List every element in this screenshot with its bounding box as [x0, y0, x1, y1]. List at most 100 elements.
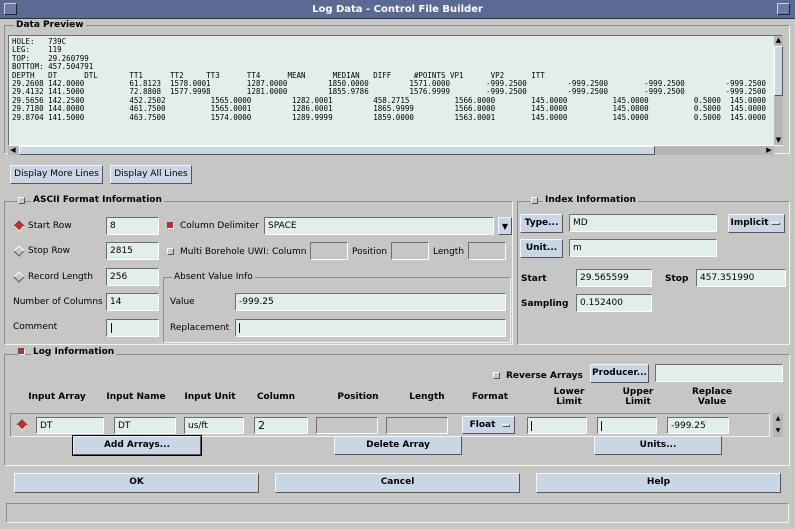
units-button[interactable]: Units...	[594, 436, 722, 455]
row-position-field	[316, 417, 378, 434]
header-replace-value: Replace Value	[691, 387, 733, 407]
data-preview-label: Data Preview	[14, 19, 86, 32]
add-arrays-button[interactable]: Add Arrays...	[72, 435, 202, 456]
index-start-field[interactable]: 29.565599	[576, 269, 652, 287]
text-cursor	[239, 323, 243, 333]
start-row-label: Start Row	[28, 221, 72, 231]
multi-borehole-label: Multi Borehole UWI:	[180, 247, 269, 257]
multi-position-label: Position	[352, 247, 388, 257]
option-menu-icon	[502, 424, 510, 427]
header-position: Position	[337, 392, 379, 402]
chevron-down-icon: ▼	[501, 222, 509, 231]
producer-field[interactable]	[655, 364, 783, 382]
row-column-field[interactable]: 2	[254, 417, 308, 434]
ascii-format-toggle[interactable]	[18, 197, 25, 204]
ascii-format-label: ASCII Format Information	[31, 194, 164, 207]
scroll-down-icon[interactable]: ▼	[774, 136, 783, 145]
header-column: Column	[256, 392, 296, 402]
comment-label: Comment	[13, 322, 58, 332]
index-stop-label: Stop	[665, 274, 689, 284]
header-input-unit: Input Unit	[184, 392, 236, 402]
producer-button[interactable]: Producer...	[590, 364, 649, 383]
reverse-arrays-label: Reverse Arrays	[506, 371, 583, 381]
data-preview-text[interactable]: HOLE: 739C LEG: 119 TOP: 29.260799 BOTTOM: …	[8, 35, 783, 146]
window-title: Log Data - Control File Builder	[0, 0, 795, 19]
type-button[interactable]: Type...	[520, 214, 563, 233]
absent-value-field[interactable]: -999.25	[235, 293, 506, 311]
scroll-up-icon[interactable]: ▲	[774, 36, 783, 45]
window-close-button[interactable]	[777, 3, 790, 15]
preview-vertical-scrollbar[interactable]: ▲ ▼	[774, 36, 783, 145]
index-stop-field[interactable]: 457.351990	[696, 269, 786, 287]
scroll-down-icon[interactable]: ▼	[773, 427, 783, 435]
replacement-label: Replacement	[170, 323, 230, 333]
display-all-lines-button[interactable]: Display All Lines	[110, 165, 192, 184]
header-lower-limit: Lower Limit	[553, 387, 585, 407]
record-length-label: Record Length	[28, 272, 93, 282]
replacement-field[interactable]	[235, 319, 506, 337]
row-lower-limit-field[interactable]	[527, 417, 587, 434]
multi-position-field	[391, 242, 429, 260]
scroll-left-icon[interactable]: ◀	[8, 146, 18, 155]
sampling-label: Sampling	[521, 299, 569, 309]
cancel-button[interactable]: Cancel	[275, 473, 520, 493]
stop-row-field[interactable]: 2815	[106, 242, 159, 260]
reverse-arrays-toggle[interactable]	[493, 372, 500, 379]
preview-line: HOLE: 739C	[12, 37, 67, 46]
log-info-label: Log Information	[31, 346, 117, 359]
index-info-label: Index Information	[543, 194, 638, 207]
log-info-toggle[interactable]	[18, 348, 25, 355]
header-input-name: Input Name	[106, 392, 166, 402]
display-more-lines-button[interactable]: Display More Lines	[10, 165, 103, 184]
help-button[interactable]: Help	[536, 473, 781, 493]
index-start-label: Start	[521, 274, 547, 284]
row-replace-value-field[interactable]: -999.25	[667, 417, 729, 434]
delete-array-button[interactable]: Delete Array	[334, 436, 462, 455]
header-format: Format	[471, 392, 509, 402]
status-bar	[6, 503, 789, 523]
row-input-array-field[interactable]: DT	[36, 417, 104, 434]
preview-horizontal-thumb[interactable]	[19, 146, 655, 155]
preview-line: TOP: 29.260799	[12, 53, 89, 63]
preview-line: LEG: 119	[12, 45, 62, 55]
window-menu-button[interactable]	[4, 3, 17, 15]
multi-column-field	[310, 242, 348, 260]
implicit-label: Implicit	[730, 218, 769, 228]
unit-button[interactable]: Unit...	[520, 239, 563, 258]
header-input-array: Input Array	[28, 392, 86, 402]
type-field[interactable]: MD	[569, 214, 717, 232]
header-length: Length	[409, 392, 445, 402]
start-row-field[interactable]: 8	[106, 217, 159, 235]
unit-field[interactable]: m	[569, 239, 717, 257]
comment-field[interactable]	[106, 319, 159, 337]
row-format-label: Float	[469, 420, 496, 430]
scroll-up-icon[interactable]: ▲	[773, 415, 783, 423]
row-upper-limit-field[interactable]	[597, 417, 657, 434]
ok-button[interactable]: OK	[14, 473, 259, 493]
sampling-field[interactable]: 0.152400	[576, 294, 652, 312]
array-list-scrollbar[interactable]: ▲ ▼	[773, 413, 783, 437]
header-upper-limit: Upper Limit	[622, 387, 654, 407]
text-cursor	[111, 323, 115, 333]
index-info-toggle[interactable]	[531, 197, 538, 204]
implicit-dropdown[interactable]: Implicit	[728, 214, 785, 233]
value-label: Value	[170, 297, 195, 307]
delimiter-dropdown-button[interactable]: ▼	[498, 217, 512, 235]
record-length-field[interactable]: 256	[106, 268, 159, 286]
multi-borehole-toggle[interactable]	[167, 248, 174, 255]
number-of-columns-field[interactable]: 14	[106, 293, 159, 311]
row-length-field	[386, 417, 448, 434]
number-of-columns-label: Number of Columns	[13, 297, 103, 307]
column-delimiter-field[interactable]: SPACE	[264, 217, 494, 235]
multi-length-label: Length	[433, 247, 465, 257]
preview-lines: HOLE: 739C LEG: 119 TOP: 29.260799 BOTTOM: …	[9, 36, 782, 122]
preview-vertical-thumb[interactable]	[774, 46, 783, 96]
scroll-right-icon[interactable]: ▶	[764, 146, 774, 155]
preview-horizontal-scrollbar[interactable]: ◀ ▶	[8, 146, 774, 155]
option-menu-icon	[771, 222, 780, 225]
column-delimiter-toggle[interactable]	[167, 222, 174, 229]
row-input-name-field[interactable]: DT	[114, 417, 176, 434]
row-input-unit-field[interactable]: us/ft	[184, 417, 244, 434]
preview-line: 29.8704 141.5000 463.7500 1574.0000 1289…	[12, 112, 783, 122]
row-format-dropdown[interactable]: Float	[462, 416, 515, 434]
